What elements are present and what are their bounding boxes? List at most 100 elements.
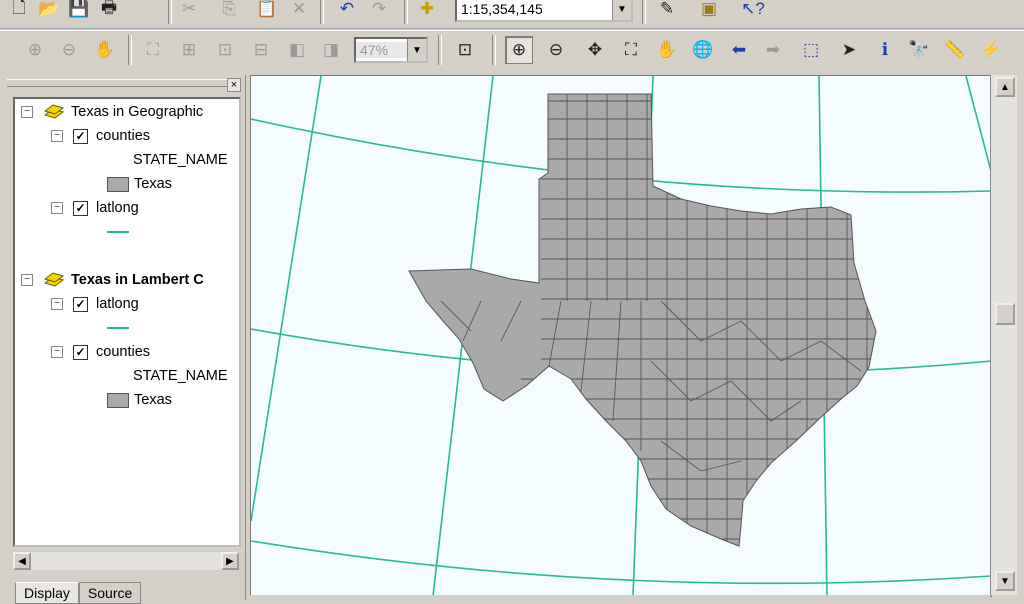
fixed-zoom-in-page-icon[interactable]: ⊞ xyxy=(176,37,202,63)
scroll-down-icon[interactable]: ▼ xyxy=(995,571,1015,591)
chevron-down-icon[interactable]: ▼ xyxy=(612,0,631,20)
tab-display[interactable]: Display xyxy=(15,582,79,604)
new-icon[interactable]: 🗋 xyxy=(6,0,32,22)
collapse-icon[interactable]: − xyxy=(51,298,63,310)
graticule-meridian xyxy=(251,76,322,522)
fixed-zoom-in-icon[interactable]: ✥ xyxy=(582,37,608,63)
toc-tree: − Texas in Geographic − ✓ counties STATE… xyxy=(13,97,241,547)
toc-grip[interactable] xyxy=(7,79,227,87)
legend-class-row[interactable]: Texas xyxy=(107,173,172,195)
back-arrow-icon[interactable]: ⬅ xyxy=(726,37,752,63)
toolbar-separator xyxy=(492,35,496,65)
layer-row[interactable]: − ✓ counties xyxy=(51,125,150,147)
zoom-percent-combo[interactable]: 47% ▼ xyxy=(354,37,428,63)
data-frame-row[interactable]: − Texas in Geographic xyxy=(21,101,203,123)
legend-class-row[interactable]: Texas xyxy=(107,389,172,411)
layer-name: latlong xyxy=(96,296,139,312)
toolbar-separator xyxy=(642,0,646,24)
collapse-icon[interactable]: − xyxy=(51,130,63,142)
layout-pan-icon[interactable]: ✋ xyxy=(92,37,118,63)
layer-name: latlong xyxy=(96,200,139,216)
tools-toolbar: ⊕ ⊖ ✋ ⛶ ⊞ ⊡ ⊟ ◧ ◨ 47% ▼ ⊡ ⊕ ⊖ ✥ ⛶ ✋ 🌐 ⬅ … xyxy=(0,30,1024,71)
find-icon[interactable]: 🔭 xyxy=(906,37,932,63)
fixed-zoom-out-page-icon[interactable]: ⊡ xyxy=(212,37,238,63)
collapse-icon[interactable]: − xyxy=(51,346,63,358)
add-data-icon[interactable]: ✚ xyxy=(414,0,440,22)
delete-icon[interactable]: ✕ xyxy=(286,0,312,22)
layer-row[interactable]: − ✓ counties xyxy=(51,341,150,363)
map-scale-value: 1:15,354,145 xyxy=(461,1,543,17)
scroll-thumb[interactable] xyxy=(995,303,1015,325)
paste-icon[interactable]: 📋 xyxy=(254,0,280,22)
close-icon[interactable]: × xyxy=(227,78,241,92)
undo-icon[interactable]: ↶ xyxy=(334,0,360,22)
line-symbol-swatch[interactable] xyxy=(107,327,129,329)
collapse-icon[interactable]: − xyxy=(21,274,33,286)
collapse-icon[interactable]: − xyxy=(21,106,33,118)
toolbar-separator xyxy=(128,35,132,65)
data-frame-row[interactable]: − Texas in Lambert C xyxy=(21,269,204,291)
hyperlink-icon[interactable]: ⚡ xyxy=(978,37,1004,63)
print-icon[interactable]: 🖶 xyxy=(96,0,122,22)
scroll-right-icon[interactable]: ▶ xyxy=(221,552,239,570)
arccatalog-icon[interactable]: ▣ xyxy=(696,0,722,22)
zoom-100-icon[interactable]: ⊟ xyxy=(248,37,274,63)
layer-row[interactable]: − ✓ latlong xyxy=(51,197,139,219)
whats-this-icon[interactable]: ↖? xyxy=(740,0,766,22)
scroll-up-icon[interactable]: ▲ xyxy=(995,77,1015,97)
select-elements-icon[interactable]: ➤ xyxy=(836,37,862,63)
legend-class-row[interactable] xyxy=(107,317,129,339)
measure-icon[interactable]: 📏 xyxy=(942,37,968,63)
scroll-track[interactable] xyxy=(31,552,221,570)
layer-row[interactable]: − ✓ latlong xyxy=(51,293,139,315)
pan-icon[interactable]: ✋ xyxy=(654,37,680,63)
previous-extent-page-icon[interactable]: ◧ xyxy=(284,37,310,63)
polygon-symbol-swatch[interactable] xyxy=(107,392,129,408)
zoom-out-icon[interactable]: ⊖ xyxy=(543,37,569,63)
data-frame-layers-icon xyxy=(43,272,65,287)
layer-visibility-checkbox[interactable]: ✓ xyxy=(73,296,88,312)
map-display[interactable] xyxy=(250,75,992,597)
line-symbol-swatch[interactable] xyxy=(107,231,129,233)
data-frame-name: Texas in Geographic xyxy=(71,104,204,120)
layer-visibility-checkbox[interactable]: ✓ xyxy=(73,344,88,360)
next-extent-page-icon[interactable]: ◨ xyxy=(318,37,344,63)
layer-name: counties xyxy=(96,128,151,144)
graticule-meridian xyxy=(965,76,991,172)
tab-source[interactable]: Source xyxy=(78,582,142,604)
redo-icon[interactable]: ↷ xyxy=(366,0,392,22)
layer-visibility-checkbox[interactable]: ✓ xyxy=(73,200,88,216)
layout-zoom-out-icon[interactable]: ⊖ xyxy=(56,37,82,63)
collapse-icon[interactable]: − xyxy=(51,202,63,214)
scroll-left-icon[interactable]: ◀ xyxy=(13,552,31,570)
forward-arrow-icon[interactable]: ➡ xyxy=(760,37,786,63)
cut-icon[interactable]: ✂ xyxy=(176,0,202,22)
map-vertical-scrollbar[interactable]: ▲ ▼ xyxy=(990,75,1017,595)
open-icon[interactable]: 📂 xyxy=(36,0,62,22)
layer-visibility-checkbox[interactable]: ✓ xyxy=(73,128,88,144)
toolbar-separator xyxy=(168,0,172,24)
toolbar-separator xyxy=(320,0,324,24)
toolbar-separator xyxy=(404,0,408,24)
fixed-zoom-out-icon[interactable]: ⛶ xyxy=(618,37,644,63)
toolbar-separator xyxy=(438,35,442,65)
toc-horizontal-scrollbar[interactable]: ◀ ▶ xyxy=(13,552,239,570)
full-extent-icon[interactable]: 🌐 xyxy=(690,37,716,63)
identify-icon[interactable]: ℹ xyxy=(872,37,898,63)
legend-class-label: Texas xyxy=(134,392,172,408)
save-icon[interactable]: 💾 xyxy=(66,0,92,22)
copy-icon[interactable]: ⎘ xyxy=(216,0,242,22)
chevron-down-icon[interactable]: ▼ xyxy=(407,39,426,61)
toggle-draft-mode-icon[interactable]: ⊡ xyxy=(452,37,478,63)
polygon-symbol-swatch[interactable] xyxy=(107,176,129,192)
toc-tabs: Display Source xyxy=(15,582,142,604)
zoom-in-icon[interactable]: ⊕ xyxy=(505,36,533,64)
zoom-percent-value: 47% xyxy=(356,42,407,58)
map-scale-combo[interactable]: 1:15,354,145 ▼ xyxy=(455,0,633,22)
layout-zoom-in-icon[interactable]: ⊕ xyxy=(22,37,48,63)
select-features-icon[interactable]: ⬚ xyxy=(798,37,824,63)
legend-class-row[interactable] xyxy=(107,221,129,243)
map-horizontal-scrollbar[interactable] xyxy=(250,595,990,600)
zoom-whole-page-icon[interactable]: ⛶ xyxy=(140,37,166,63)
editor-icon[interactable]: ✎ xyxy=(654,0,680,22)
